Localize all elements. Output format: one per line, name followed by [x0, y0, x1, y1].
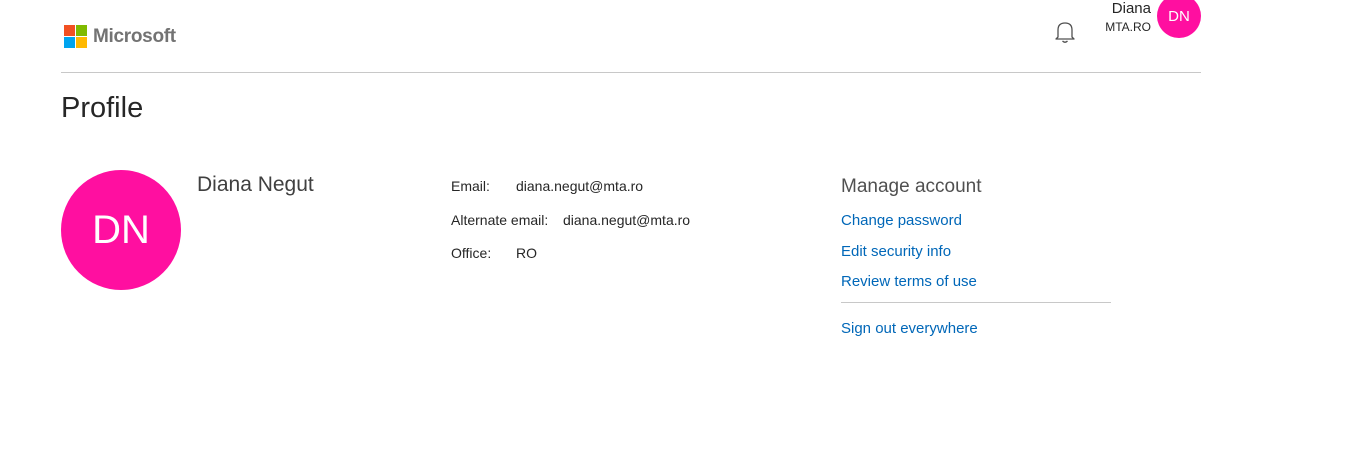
header-user-tenant: MTA.RO: [1105, 20, 1151, 34]
logo-text: Microsoft: [93, 25, 176, 47]
profile-page: Microsoft Diana MTA.RO DN Profile DN Dia…: [0, 0, 1359, 475]
header-user-name: Diana: [1111, 0, 1151, 17]
detail-row-office: Office: RO: [451, 245, 537, 261]
header-avatar[interactable]: DN: [1157, 0, 1201, 38]
review-terms-link[interactable]: Review terms of use: [841, 273, 977, 290]
bell-icon[interactable]: [1054, 20, 1076, 44]
alternate-email-label: Alternate email:: [451, 212, 549, 228]
top-header: Microsoft Diana MTA.RO DN: [61, 0, 1201, 73]
detail-row-email: Email: diana.negut@mta.ro: [451, 178, 643, 194]
office-label: Office:: [451, 245, 492, 261]
sign-out-everywhere-link[interactable]: Sign out everywhere: [841, 320, 978, 337]
manage-account-panel: Manage account Change password Edit secu…: [841, 176, 1111, 337]
edit-security-info-link[interactable]: Edit security info: [841, 243, 951, 260]
microsoft-logo-icon: [64, 25, 87, 48]
profile-full-name: Diana Negut: [197, 173, 314, 196]
microsoft-logo[interactable]: Microsoft: [64, 25, 176, 48]
manage-account-title: Manage account: [841, 176, 982, 197]
page-title: Profile: [61, 92, 144, 124]
change-password-link[interactable]: Change password: [841, 212, 962, 229]
email-value: diana.negut@mta.ro: [516, 178, 644, 194]
divider: [841, 302, 1111, 303]
account-info[interactable]: Diana MTA.RO: [1091, 0, 1151, 37]
office-value: RO: [516, 245, 537, 261]
detail-row-alternate-email: Alternate email: diana.negut@mta.ro: [451, 212, 690, 228]
alternate-email-value: diana.negut@mta.ro: [563, 212, 691, 228]
profile-avatar: DN: [61, 170, 181, 290]
email-label: Email:: [451, 178, 490, 194]
